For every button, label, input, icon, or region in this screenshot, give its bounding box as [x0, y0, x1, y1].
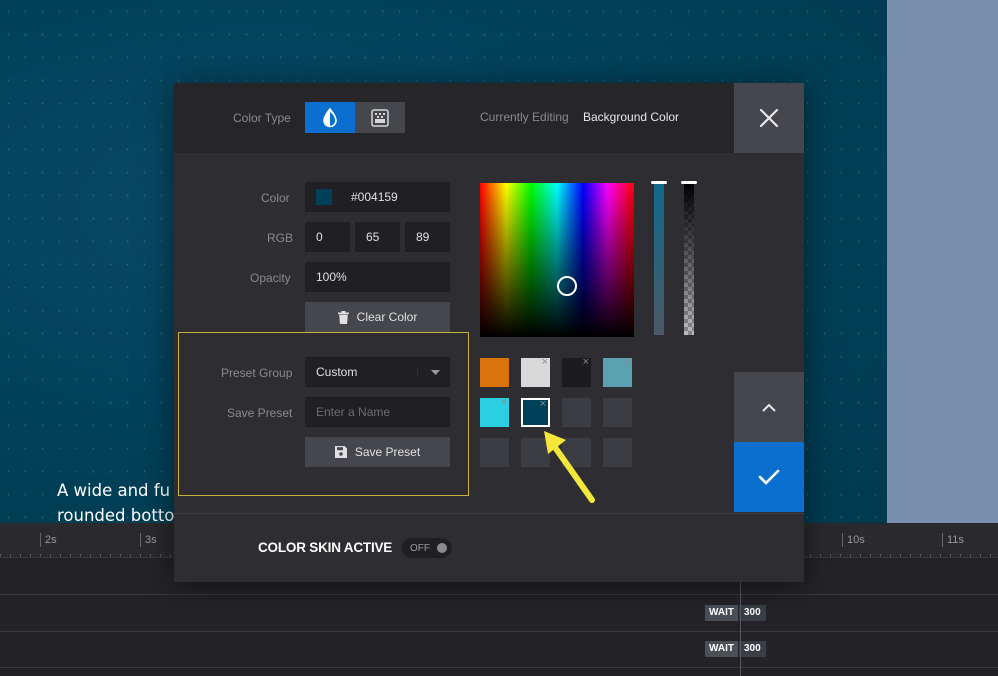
- preset-swatch[interactable]: [603, 398, 632, 427]
- hue-slider-knob[interactable]: [651, 181, 667, 184]
- side-panel: [887, 0, 998, 523]
- stage-text-layer[interactable]: A wide and fu rounded botto: [57, 478, 174, 523]
- color-hex-field[interactable]: #004159: [305, 182, 450, 212]
- rgb-green-value: 65: [366, 230, 380, 244]
- preset-group-label: Preset Group: [221, 366, 293, 380]
- color-skin-label: COLOR SKIN ACTIVE: [258, 540, 393, 555]
- solid-color-type-button[interactable]: [305, 102, 355, 133]
- preset-swatch[interactable]: [603, 438, 632, 467]
- modal-footer: COLOR SKIN ACTIVE OFF: [174, 513, 804, 582]
- rgb-label: RGB: [267, 231, 294, 245]
- opacity-value: 100%: [316, 270, 347, 284]
- color-spectrum[interactable]: [480, 183, 634, 337]
- confirm-button[interactable]: [734, 442, 804, 512]
- color-hex-value: #004159: [351, 190, 398, 204]
- current-color-swatch: [316, 189, 332, 205]
- preset-group-select[interactable]: Custom: [305, 357, 450, 387]
- annotation-arrow-icon: [544, 431, 595, 503]
- rgb-blue-field[interactable]: 89: [405, 222, 450, 252]
- timeline-track[interactable]: WAIT 300: [0, 632, 998, 668]
- color-label: Color: [261, 191, 290, 205]
- opacity-label: Opacity: [250, 271, 291, 285]
- currently-editing-value: Background Color: [583, 110, 680, 124]
- clear-color-button[interactable]: Clear Color: [305, 302, 450, 332]
- wait-badge[interactable]: WAIT 300: [705, 605, 766, 621]
- save-preset-button[interactable]: Save Preset: [305, 437, 450, 467]
- gradient-color-type-button[interactable]: [355, 102, 405, 133]
- preset-swatch[interactable]: [562, 398, 591, 427]
- opacity-field[interactable]: 100%: [305, 262, 450, 292]
- toggle-knob: [437, 543, 447, 553]
- color-type-label: Color Type: [233, 111, 291, 125]
- close-button[interactable]: [734, 83, 804, 153]
- currently-editing-label: Currently Editing: [480, 110, 569, 124]
- preset-swatch-selected[interactable]: ×: [521, 398, 550, 427]
- wait-value: 300: [739, 641, 766, 657]
- tick-label: 11s: [942, 533, 964, 547]
- close-icon: [759, 108, 779, 128]
- floppy-icon: [334, 446, 347, 458]
- save-preset-label: Save Preset: [227, 406, 293, 420]
- wait-label: WAIT: [705, 641, 738, 657]
- wait-value: 300: [739, 605, 766, 621]
- hue-slider[interactable]: [651, 181, 667, 335]
- modal-header: Color Type Currently Editing Background …: [174, 83, 804, 153]
- remove-preset-icon[interactable]: ×: [542, 356, 548, 368]
- chevron-up-icon: [762, 403, 776, 412]
- drop-icon: [323, 107, 337, 127]
- trash-icon: [337, 310, 349, 324]
- timeline-track[interactable]: WAIT 300: [0, 596, 998, 632]
- rgb-red-field[interactable]: 0: [305, 222, 350, 252]
- clear-color-label: Clear Color: [356, 310, 418, 324]
- opacity-slider-knob[interactable]: [681, 181, 697, 184]
- select-divider: [417, 367, 418, 377]
- rgb-blue-value: 89: [416, 230, 430, 244]
- color-skin-toggle[interactable]: OFF: [402, 538, 452, 558]
- preset-swatch[interactable]: [480, 438, 509, 467]
- rgb-green-field[interactable]: 65: [355, 222, 400, 252]
- wait-label: WAIT: [705, 605, 738, 621]
- preset-swatch[interactable]: ×: [562, 356, 591, 387]
- opacity-slider[interactable]: [681, 181, 697, 335]
- color-picker-modal: Color Type Currently Editing Background …: [174, 83, 804, 582]
- preset-name-input[interactable]: [316, 397, 450, 427]
- preset-group-value: Custom: [316, 365, 358, 379]
- preset-name-field[interactable]: [305, 397, 450, 427]
- tick-label: 3s: [140, 533, 157, 547]
- caret-down-icon: [431, 370, 440, 375]
- remove-preset-icon[interactable]: ×: [540, 398, 546, 410]
- gradient-icon: [371, 108, 389, 127]
- remove-preset-icon[interactable]: ×: [501, 396, 507, 408]
- remove-preset-icon[interactable]: ×: [583, 356, 589, 368]
- preset-swatch[interactable]: ×: [603, 356, 632, 387]
- rgb-red-value: 0: [316, 230, 323, 244]
- preset-swatch[interactable]: ×: [521, 356, 550, 387]
- preset-swatch[interactable]: ×: [480, 396, 509, 427]
- tick-label: 2s: [40, 533, 57, 547]
- spectrum-handle[interactable]: [557, 276, 577, 296]
- check-icon: [758, 469, 780, 485]
- preset-swatch[interactable]: [480, 358, 509, 387]
- remove-preset-icon[interactable]: ×: [624, 356, 630, 368]
- tick-label: 10s: [842, 533, 865, 547]
- save-preset-button-label: Save Preset: [354, 445, 421, 459]
- toggle-state-label: OFF: [410, 542, 430, 554]
- wait-badge[interactable]: WAIT 300: [705, 641, 766, 657]
- collapse-button[interactable]: [734, 372, 804, 442]
